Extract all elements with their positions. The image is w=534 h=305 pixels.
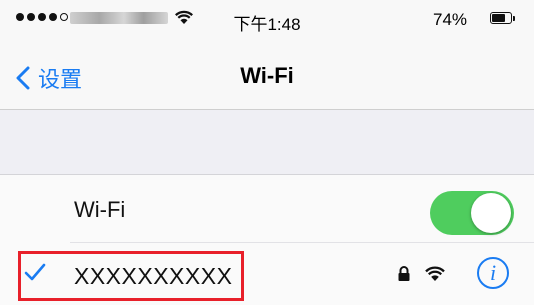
- status-bar: 下午1:48 74%: [0, 0, 534, 42]
- highlight-annotation-box: [18, 251, 244, 301]
- battery-percentage: 74%: [433, 10, 468, 29]
- section-spacer: [0, 110, 534, 174]
- navigation-bar: 设置 Wi-Fi: [0, 42, 534, 110]
- toggle-knob: [471, 193, 511, 233]
- wifi-signal-icon: [425, 266, 445, 281]
- lock-icon: [398, 266, 410, 281]
- page-title: Wi-Fi: [240, 63, 294, 88]
- wifi-toggle-label: Wi-Fi: [74, 197, 126, 222]
- info-icon: i: [489, 260, 497, 285]
- battery-icon: [490, 12, 516, 25]
- wifi-toggle-switch[interactable]: [430, 191, 514, 235]
- info-button[interactable]: i: [477, 257, 509, 289]
- wifi-toggle-row: Wi-Fi: [0, 175, 534, 243]
